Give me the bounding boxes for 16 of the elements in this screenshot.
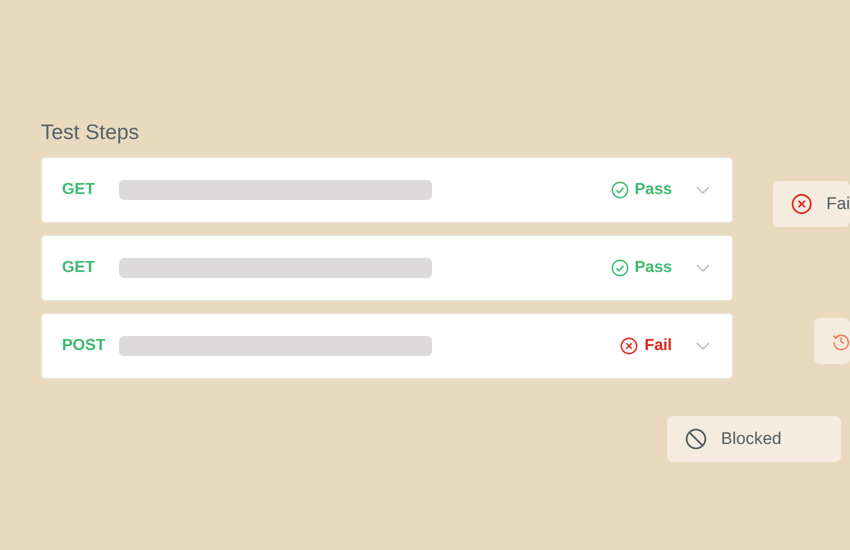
status-label: Pass <box>634 180 672 200</box>
step-card[interactable]: GET Pass <box>41 157 733 224</box>
step-card[interactable]: GET Pass <box>41 235 733 302</box>
status-chip[interactable]: Blocked <box>667 416 841 462</box>
status-chip[interactable]: Fai <box>773 181 850 227</box>
step-card[interactable]: POST Fail <box>41 313 733 380</box>
section-title: Test Steps <box>41 120 140 146</box>
chevron-down-icon[interactable] <box>696 186 710 195</box>
http-method: POST <box>62 336 107 356</box>
chevron-down-icon[interactable] <box>696 342 710 351</box>
http-method: GET <box>62 258 96 278</box>
http-method: GET <box>62 180 96 200</box>
chevron-down-icon[interactable] <box>696 264 710 273</box>
status-label: Fail <box>644 336 672 356</box>
status-label: Pass <box>634 258 672 278</box>
status-chip[interactable] <box>814 318 850 364</box>
